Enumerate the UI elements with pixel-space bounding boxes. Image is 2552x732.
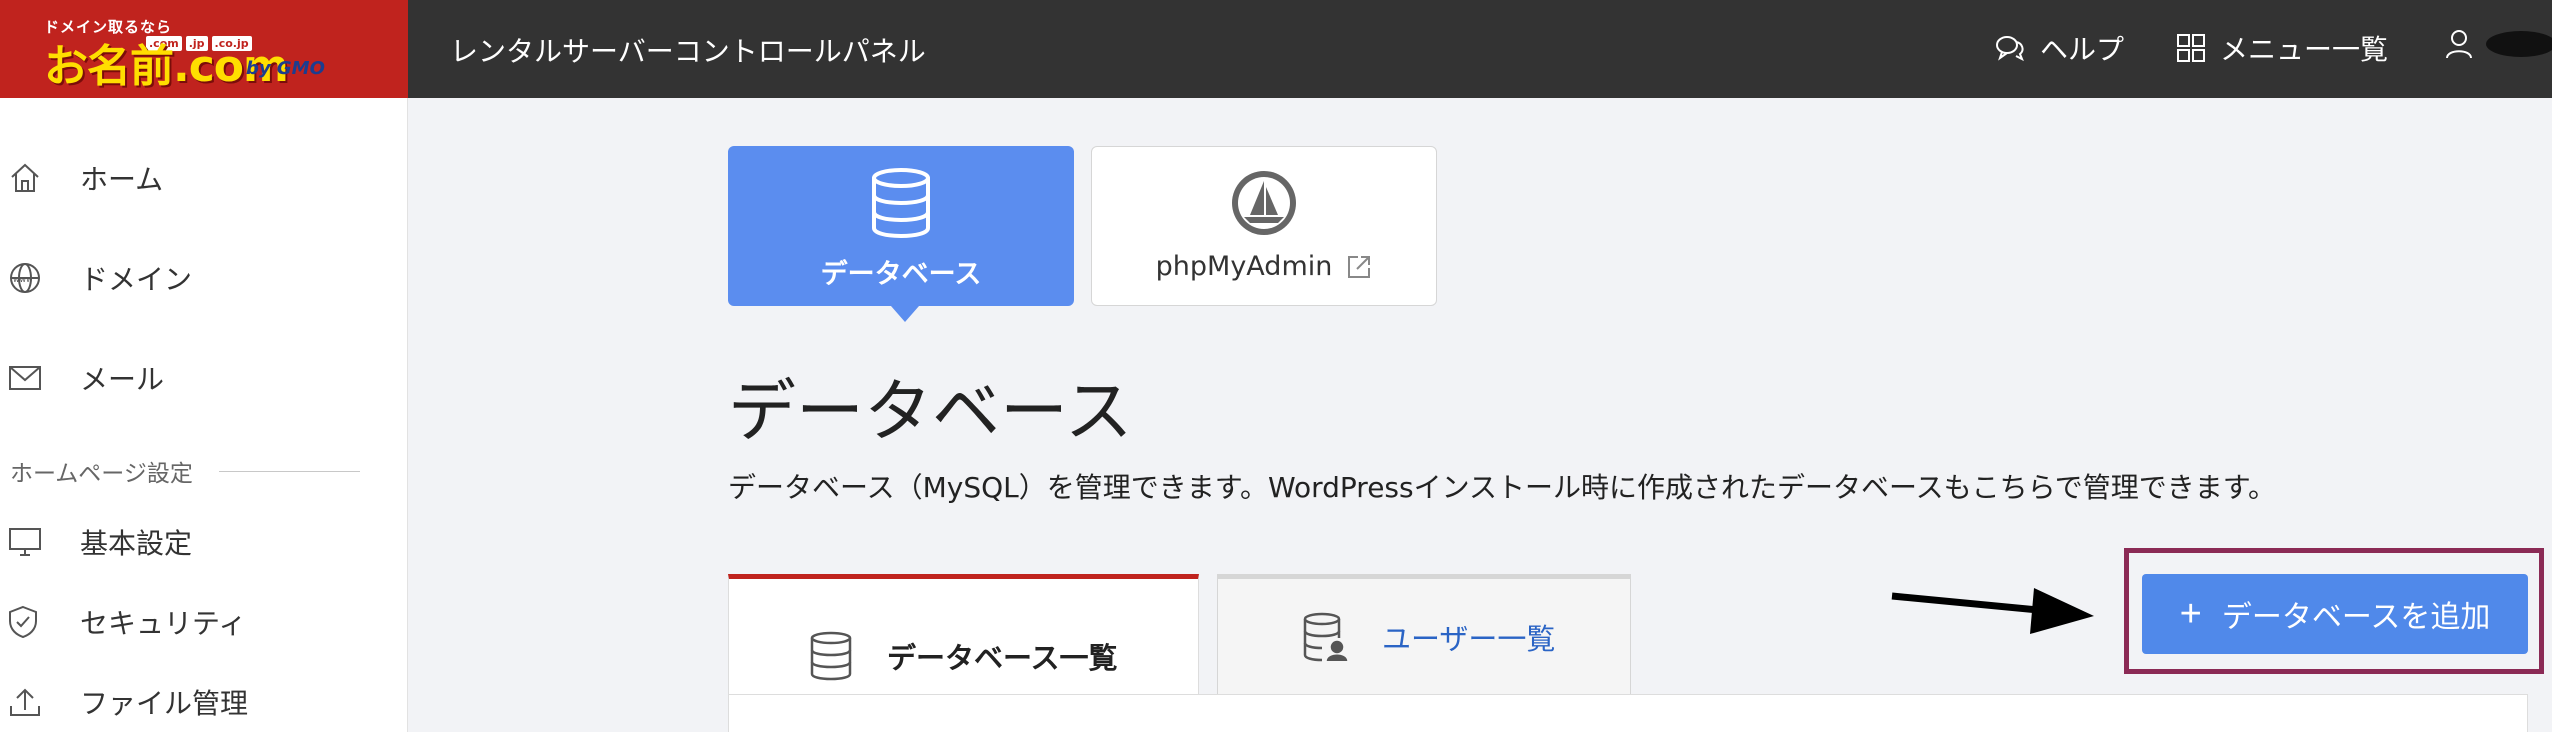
sidebar-item-label: セキュリティ <box>80 607 247 640</box>
help-link[interactable]: ヘルプ <box>1994 28 2124 68</box>
menu-list-link[interactable]: メニュー一覧 <box>2176 28 2388 68</box>
sidebar-section-label: ホームページ設定 <box>10 461 193 487</box>
sidebar-item-domain[interactable]: www ドメイン <box>0 248 408 308</box>
mail-icon <box>8 364 60 392</box>
sidebar-item-label: 基本設定 <box>80 527 193 560</box>
tile-phpmyadmin-label: phpMyAdmin <box>1155 251 1333 282</box>
svg-text:www: www <box>13 275 33 284</box>
database-list-panel <box>728 694 2528 732</box>
sidebar-item-basic-settings[interactable]: 基本設定 <box>0 512 408 572</box>
home-icon <box>8 161 60 195</box>
menu-list-label: メニュー一覧 <box>2220 33 2389 66</box>
annotation-arrow-icon <box>1891 588 2094 634</box>
page-description: データベース（MySQL）を管理できます。WordPressインストール時に作成… <box>728 471 2277 504</box>
section-divider <box>218 470 360 472</box>
onamae-logo[interactable]: ドメイン取るなら .com .jp .co.jp お名前.com by GMO <box>0 0 408 98</box>
sidebar-section-homepage: ホームページ設定 <box>10 454 360 488</box>
tile-phpmyadmin-label-row: phpMyAdmin <box>1156 251 1373 282</box>
database-icon <box>870 168 932 242</box>
shield-icon <box>8 605 60 639</box>
user-account-link[interactable] <box>2444 28 2552 60</box>
top-header: ドメイン取るなら .com .jp .co.jp お名前.com by GMO … <box>0 0 2552 98</box>
add-database-label: データベースを追加 <box>2221 601 2491 634</box>
tab-user-list-label: ユーザー一覧 <box>1382 622 1556 656</box>
sidebar-item-home[interactable]: ホーム <box>0 148 408 208</box>
database-user-icon <box>1302 612 1348 662</box>
user-name-redacted <box>2486 31 2552 57</box>
sidebar: ホーム www ドメイン メール ホームページ設定 基本設定 セキュリティ ファ… <box>0 98 408 732</box>
sidebar-item-mail[interactable]: メール <box>0 348 408 408</box>
plus-icon: + <box>2179 592 2202 635</box>
sidebar-item-file-management[interactable]: ファイル管理 <box>0 672 408 732</box>
database-icon <box>809 631 853 681</box>
add-database-button[interactable]: + データベースを追加 <box>2142 574 2528 654</box>
globe-icon: www <box>8 261 60 295</box>
external-link-icon <box>1348 255 1371 278</box>
tile-phpmyadmin[interactable]: phpMyAdmin <box>1091 146 1437 306</box>
sidebar-item-label: ファイル管理 <box>80 687 249 720</box>
control-panel-title: レンタルサーバーコントロールパネル <box>450 35 926 68</box>
logo-by-gmo: by GMO <box>246 58 325 79</box>
sidebar-item-label: ドメイン <box>80 263 193 296</box>
upload-icon <box>8 686 60 718</box>
help-label: ヘルプ <box>2040 33 2125 66</box>
sailboat-icon <box>1230 169 1298 241</box>
sidebar-item-label: メール <box>80 363 165 396</box>
sidebar-item-security[interactable]: セキュリティ <box>0 592 408 652</box>
tile-database[interactable]: データベース <box>728 146 1074 322</box>
user-icon <box>2446 30 2472 59</box>
tile-database-label: データベース <box>820 259 982 290</box>
page-title: データベース <box>728 373 1133 452</box>
grid-icon <box>2177 34 2205 62</box>
sidebar-item-label: ホーム <box>80 163 164 196</box>
tab-user-list[interactable]: ユーザー一覧 <box>1217 574 1631 696</box>
monitor-icon <box>8 527 60 557</box>
chat-bubbles-icon <box>1996 36 2024 62</box>
tab-database-list-label: データベース一覧 <box>887 640 1118 675</box>
